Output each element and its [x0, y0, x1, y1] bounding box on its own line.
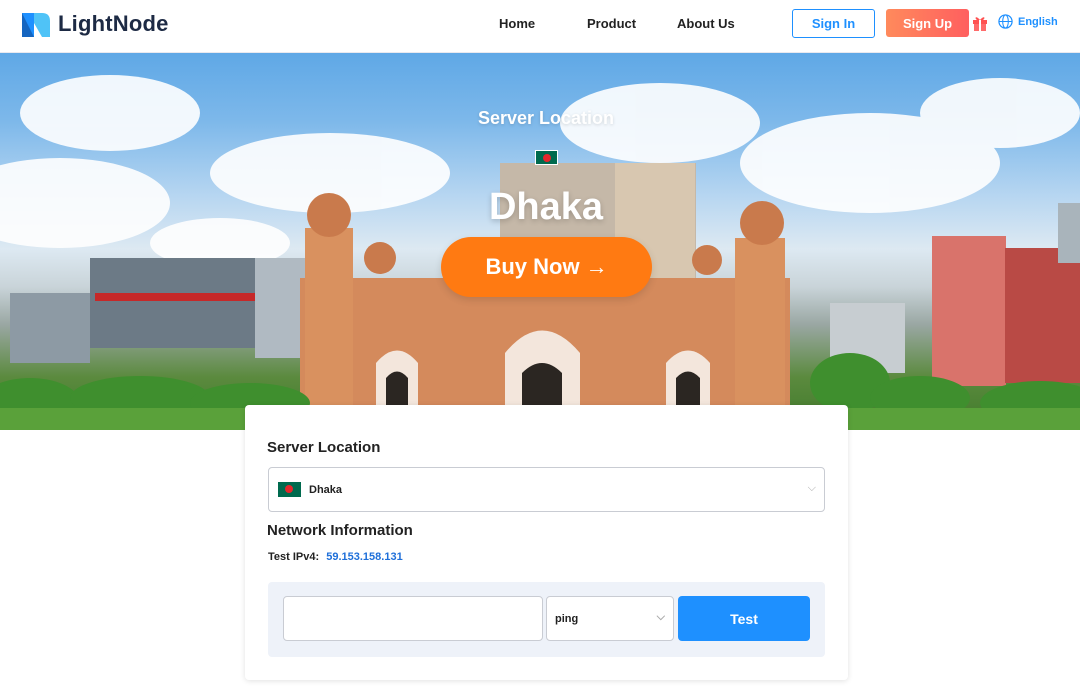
network-test-panel: ping ⌵ Test [268, 582, 825, 657]
host-input[interactable] [283, 596, 543, 641]
sign-in-button[interactable]: Sign In [792, 9, 875, 38]
buy-now-button[interactable]: Buy Now → [441, 237, 652, 297]
lightnode-logo-icon [22, 13, 50, 37]
language-switcher[interactable]: English [998, 14, 1058, 29]
nav-about-us[interactable]: About Us [677, 16, 735, 31]
buy-now-label: Buy Now [485, 254, 580, 279]
network-information-heading: Network Information [267, 522, 413, 539]
arrow-right-icon: → [585, 254, 608, 279]
globe-icon [998, 14, 1013, 29]
nav-product[interactable]: Product [587, 16, 636, 31]
test-button[interactable]: Test [678, 596, 810, 641]
ipv4-label: Test IPv4: [268, 551, 320, 563]
test-method-select[interactable]: ping ⌵ [546, 596, 674, 641]
logo[interactable]: LightNode [20, 9, 169, 39]
chevron-down-icon: ⌵ [807, 482, 816, 494]
bangladesh-flag-icon [535, 150, 558, 165]
test-method-value: ping [555, 612, 579, 625]
selected-location: Dhaka [309, 483, 343, 496]
chevron-down-icon: ⌵ [656, 611, 665, 623]
server-info-card: Server Location Dhaka ⌵ Network Informat… [245, 405, 848, 680]
ipv4-value[interactable]: 59.153.158.131 [326, 551, 402, 563]
hero-banner: Server Location Dhaka Buy Now → [0, 53, 1080, 430]
hero-subtitle: Server Location [477, 108, 615, 128]
gift-icon[interactable] [972, 14, 988, 32]
server-location-heading: Server Location [267, 439, 381, 456]
nav-home[interactable]: Home [499, 16, 535, 31]
brand-name: LightNode [58, 11, 169, 36]
server-location-select[interactable]: Dhaka ⌵ [268, 467, 825, 512]
hero-city-title: Dhaka [488, 186, 604, 228]
language-label: English [1018, 15, 1058, 28]
ipv4-row: Test IPv4: 59.153.158.131 [268, 551, 403, 563]
bangladesh-flag-icon [278, 482, 301, 497]
sign-up-button[interactable]: Sign Up [886, 9, 969, 37]
top-navbar: LightNode Home Product About Us Sign In … [0, 0, 1080, 53]
